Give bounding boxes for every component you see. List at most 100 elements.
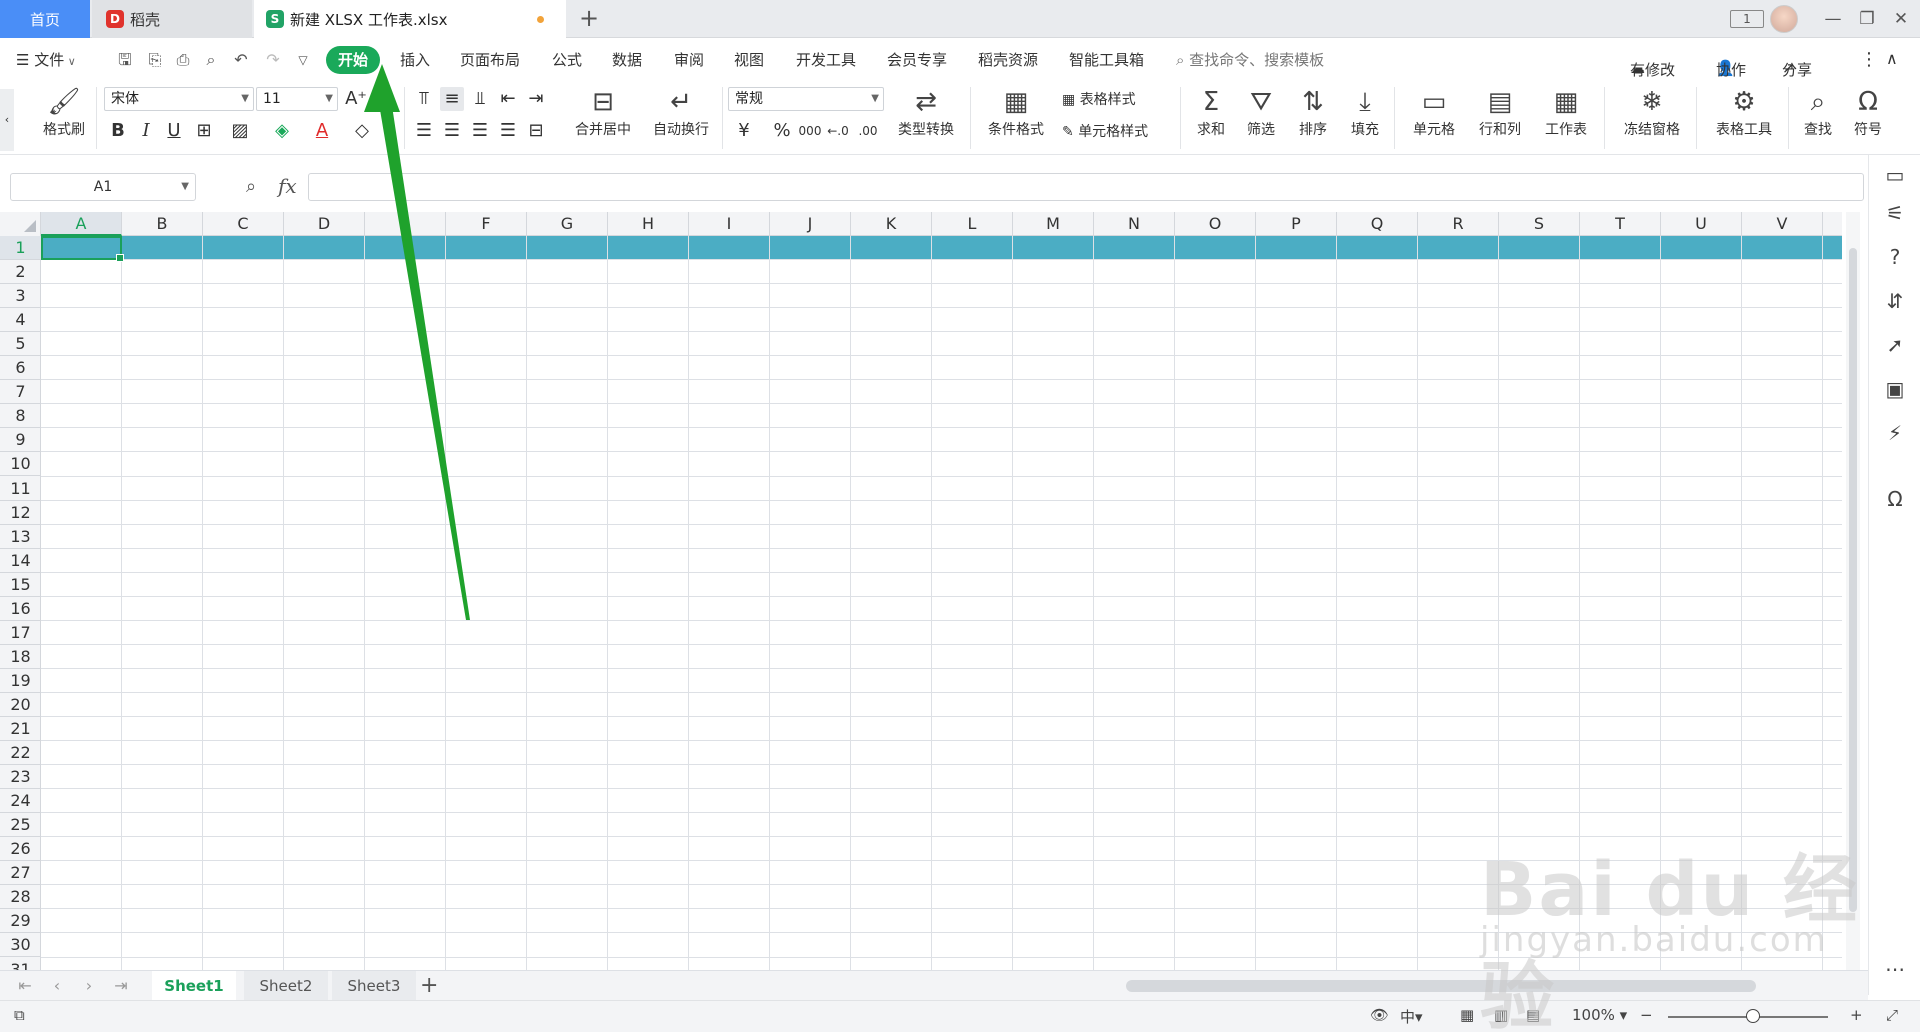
next-sheet-icon[interactable]: › bbox=[78, 975, 100, 997]
increase-decimal-icon[interactable]: ←.0 bbox=[826, 119, 850, 143]
row-header[interactable]: 20 bbox=[0, 693, 41, 717]
cell-style-button[interactable]: ✎ 单元格样式 bbox=[1062, 121, 1148, 141]
more-icon[interactable]: ⋮ bbox=[1860, 49, 1878, 70]
row-header[interactable]: 8 bbox=[0, 404, 41, 429]
formula-input[interactable] bbox=[308, 173, 1864, 201]
justify-icon[interactable]: ☰ bbox=[496, 119, 520, 143]
redo-icon[interactable]: ↷ bbox=[262, 49, 284, 71]
menu-insert[interactable]: 插入 bbox=[400, 49, 430, 71]
merge-center-button[interactable]: ⊟ 合并居中 bbox=[566, 85, 640, 139]
column-header[interactable]: H bbox=[608, 212, 689, 236]
column-header[interactable]: R bbox=[1418, 212, 1499, 236]
font-size-select[interactable]: 11 ▼ bbox=[256, 87, 338, 111]
row-header[interactable]: 24 bbox=[0, 789, 41, 814]
menu-page-layout[interactable]: 页面布局 bbox=[460, 49, 520, 71]
row-header[interactable]: 25 bbox=[0, 813, 41, 838]
minimize-button[interactable]: — bbox=[1818, 6, 1848, 32]
row-header[interactable]: 23 bbox=[0, 765, 41, 790]
maximize-button[interactable]: ❐ bbox=[1852, 6, 1882, 32]
print-preview-icon[interactable]: ⌕ bbox=[200, 49, 222, 71]
panel-toggle-icon[interactable]: ▭ bbox=[1881, 161, 1909, 189]
row-header[interactable]: 29 bbox=[0, 909, 41, 934]
undo-icon[interactable]: ↶ bbox=[230, 49, 252, 71]
prev-sheet-icon[interactable]: ‹ bbox=[46, 975, 68, 997]
column-header[interactable]: D bbox=[284, 212, 365, 236]
column-header[interactable]: B bbox=[122, 212, 203, 236]
sheet-tab-3[interactable]: Sheet3 bbox=[332, 971, 416, 1001]
close-button[interactable]: ✕ bbox=[1886, 6, 1916, 32]
new-tab-button[interactable]: + bbox=[576, 6, 602, 32]
align-top-icon[interactable]: ⫪ bbox=[412, 87, 436, 111]
menu-view[interactable]: 视图 bbox=[734, 49, 764, 71]
column-header[interactable]: Q bbox=[1337, 212, 1418, 236]
align-bottom-icon[interactable]: ⫫ bbox=[468, 87, 492, 111]
symbol-button[interactable]: Ω 符号 bbox=[1846, 85, 1890, 139]
row-header[interactable]: 21 bbox=[0, 717, 41, 742]
add-sheet-button[interactable]: + bbox=[420, 973, 438, 998]
row-header[interactable]: 11 bbox=[0, 477, 41, 501]
row-header[interactable]: 18 bbox=[0, 645, 41, 669]
filter-button[interactable]: ⛛ 筛选 bbox=[1240, 85, 1282, 139]
align-middle-icon[interactable]: ≡ bbox=[440, 87, 464, 111]
border-icon[interactable]: ⊞ bbox=[192, 119, 216, 143]
row-header[interactable]: 16 bbox=[0, 597, 41, 621]
sheet-tab-2[interactable]: Sheet2 bbox=[244, 971, 328, 1001]
normal-view-icon[interactable]: ▦ bbox=[1460, 1006, 1474, 1024]
row-header[interactable]: 19 bbox=[0, 669, 41, 693]
row-header[interactable]: 27 bbox=[0, 861, 41, 886]
table-style-button[interactable]: ▦ 表格样式 bbox=[1062, 89, 1136, 109]
row-header[interactable]: 3 bbox=[0, 284, 41, 309]
column-header[interactable]: O bbox=[1175, 212, 1256, 236]
row-header[interactable]: 10 bbox=[0, 452, 41, 477]
lightning-icon[interactable]: ⚡ bbox=[1881, 419, 1909, 447]
column-header[interactable]: U bbox=[1661, 212, 1742, 236]
eye-protection-icon[interactable]: 👁 bbox=[1370, 1006, 1389, 1024]
column-header[interactable]: S bbox=[1499, 212, 1580, 236]
table-tools-button[interactable]: ⚙ 表格工具 bbox=[1706, 85, 1782, 139]
menu-member[interactable]: 会员专享 bbox=[887, 49, 947, 71]
percent-button[interactable]: % bbox=[770, 119, 794, 143]
cursor-icon[interactable]: ➚ bbox=[1881, 331, 1909, 359]
align-left-icon[interactable]: ☰ bbox=[412, 119, 436, 143]
align-right-icon[interactable]: ☰ bbox=[468, 119, 492, 143]
thousands-separator-button[interactable]: 000 bbox=[798, 119, 822, 143]
row-header[interactable]: 17 bbox=[0, 621, 41, 645]
conditional-format-button[interactable]: ▦ 条件格式 bbox=[980, 85, 1052, 139]
column-header[interactable]: G bbox=[527, 212, 608, 236]
row-header[interactable]: 26 bbox=[0, 837, 41, 862]
align-center-icon[interactable]: ☰ bbox=[440, 119, 464, 143]
collapse-ribbon-icon[interactable]: ∧ bbox=[1886, 49, 1898, 68]
number-format-select[interactable]: 常规 ▼ bbox=[728, 87, 884, 111]
row-header[interactable]: 1 bbox=[0, 236, 41, 261]
row-header[interactable]: 15 bbox=[0, 573, 41, 597]
clear-format-icon[interactable]: ◇ bbox=[350, 119, 374, 143]
column-header[interactable]: C bbox=[203, 212, 284, 236]
menu-start[interactable]: 开始 bbox=[326, 46, 381, 74]
transform-icon[interactable]: ⇵ bbox=[1881, 287, 1909, 315]
tab-daoke[interactable]: D 稻壳 bbox=[92, 0, 252, 38]
decrease-font-icon[interactable]: A⁻ bbox=[370, 87, 394, 111]
macro-record-icon[interactable]: ⧉ bbox=[14, 1006, 25, 1024]
print-icon[interactable]: ⎙ bbox=[172, 49, 194, 71]
type-convert-button[interactable]: ⇄ 类型转换 bbox=[888, 85, 964, 139]
row-header[interactable]: 2 bbox=[0, 260, 41, 285]
row-header[interactable]: 9 bbox=[0, 428, 41, 453]
rows-cols-button[interactable]: ▤ 行和列 bbox=[1470, 85, 1530, 139]
last-sheet-icon[interactable]: ⇥ bbox=[110, 975, 132, 997]
menu-review[interactable]: 审阅 bbox=[674, 49, 704, 71]
column-header[interactable]: K bbox=[851, 212, 932, 236]
function-icon[interactable]: fx bbox=[278, 174, 297, 198]
column-header[interactable]: I bbox=[689, 212, 770, 236]
column-header[interactable]: A bbox=[41, 212, 122, 236]
column-header[interactable]: F bbox=[446, 212, 527, 236]
export-pdf-icon[interactable]: ⎘ bbox=[144, 49, 166, 71]
sheet-tab-1[interactable]: Sheet1 bbox=[152, 971, 236, 1001]
row-header[interactable]: 13 bbox=[0, 525, 41, 549]
zoom-search-icon[interactable]: ⌕ bbox=[246, 176, 256, 197]
menu-developer[interactable]: 开发工具 bbox=[796, 49, 856, 71]
sort-button[interactable]: ⇅ 排序 bbox=[1292, 85, 1334, 139]
font-name-select[interactable]: 宋体 ▼ bbox=[104, 87, 254, 111]
avatar[interactable] bbox=[1770, 5, 1798, 33]
menu-data[interactable]: 数据 bbox=[612, 49, 642, 71]
cell-fill-pattern-icon[interactable]: ▨ bbox=[228, 119, 252, 143]
